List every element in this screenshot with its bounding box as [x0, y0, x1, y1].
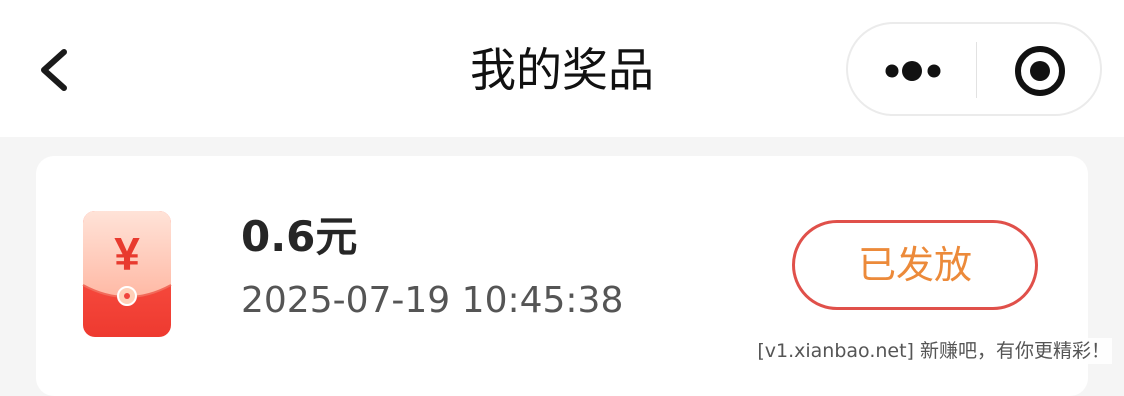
close-miniprogram-button[interactable] [978, 24, 1102, 114]
prize-timestamp: 2025-07-19 10:45:38 [241, 280, 624, 321]
prize-amount: 0.6元 [241, 212, 358, 261]
more-dots-icon [885, 61, 941, 81]
yuan-symbol: ¥ [114, 228, 140, 280]
status-badge[interactable]: 已发放 [792, 220, 1038, 310]
target-close-icon [1015, 46, 1065, 96]
more-button[interactable] [848, 24, 976, 114]
miniprogram-capsule [846, 22, 1102, 116]
navigation-bar: 我的奖品 [0, 0, 1124, 137]
red-packet-icon: ¥ [82, 210, 172, 338]
watermark-text: [v1.xianbao.net] 新赚吧，有你更精彩！ [755, 338, 1112, 364]
capsule-divider [976, 42, 977, 98]
